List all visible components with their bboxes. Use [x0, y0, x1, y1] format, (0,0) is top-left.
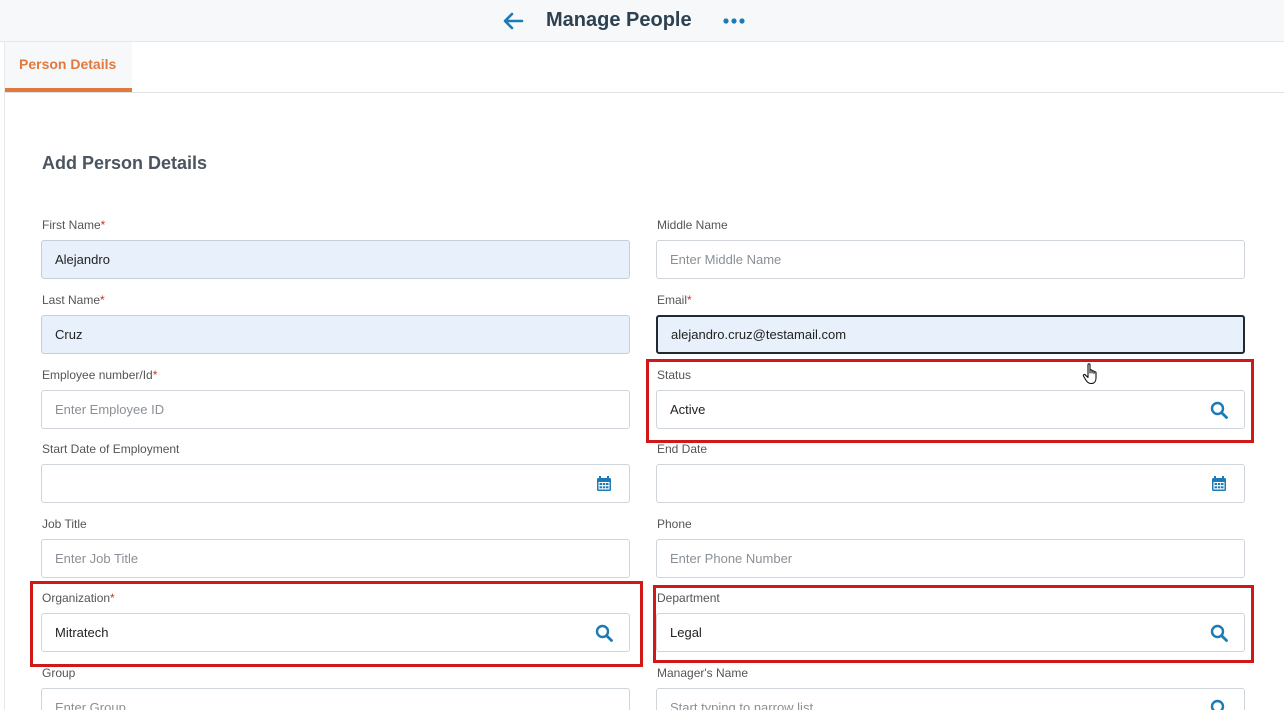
phone-placeholder: Enter Phone Number — [670, 551, 793, 566]
section-title: Add Person Details — [42, 153, 208, 173]
job-title-placeholder: Enter Job Title — [55, 551, 139, 566]
middle-name-label: Middle Name — [657, 218, 728, 232]
start-date-field[interactable] — [41, 464, 630, 503]
last-name-label: Last Name* — [42, 293, 105, 307]
tab-person-details[interactable]: Person Details — [5, 42, 132, 92]
first-name-label: First Name* — [42, 218, 106, 232]
first-name-value: Alejandro — [55, 252, 110, 267]
employee-id-field[interactable]: Enter Employee ID — [41, 390, 630, 429]
email-label: Email* — [657, 293, 692, 307]
phone-label: Phone — [657, 517, 692, 531]
top-bar: Manage People — [0, 0, 1284, 42]
hand-cursor-icon — [1082, 363, 1097, 385]
group-placeholder: Enter Group — [55, 700, 126, 710]
group-label: Group — [42, 666, 76, 680]
calendar-icon[interactable] — [595, 475, 613, 493]
employee-id-placeholder: Enter Employee ID — [55, 402, 165, 417]
first-name-field[interactable]: Alejandro — [41, 240, 630, 279]
email-value: alejandro.cruz@testamail.com — [671, 327, 847, 342]
search-icon[interactable] — [1210, 699, 1228, 710]
phone-field[interactable]: Enter Phone Number — [656, 539, 1245, 578]
arrow-left-icon[interactable] — [500, 8, 526, 34]
end-date-field[interactable] — [656, 464, 1245, 503]
employee-id-label: Employee number/Id* — [42, 368, 158, 382]
group-field[interactable]: Enter Group — [41, 688, 630, 710]
highlight-box-department — [653, 585, 1254, 663]
manager-label: Manager's Name — [657, 666, 748, 680]
calendar-icon[interactable] — [1210, 475, 1228, 493]
tab-bar: Person Details — [4, 42, 1284, 93]
last-name-field[interactable]: Cruz — [41, 315, 630, 354]
end-date-label: End Date — [657, 442, 708, 456]
highlight-box-status — [646, 359, 1254, 443]
email-field[interactable]: alejandro.cruz@testamail.com — [656, 315, 1245, 354]
middle-name-field[interactable]: Enter Middle Name — [656, 240, 1245, 279]
last-name-value: Cruz — [55, 327, 83, 342]
manager-placeholder: Start typing to narrow list — [670, 700, 814, 710]
manager-field[interactable]: Start typing to narrow list — [656, 688, 1245, 710]
middle-name-placeholder: Enter Middle Name — [670, 252, 782, 267]
job-title-field[interactable]: Enter Job Title — [41, 539, 630, 578]
highlight-box-organization — [30, 581, 643, 667]
job-title-label: Job Title — [42, 517, 87, 531]
page-title: Manage People — [546, 9, 692, 31]
start-date-label: Start Date of Employment — [42, 442, 180, 456]
more-horizontal-icon[interactable] — [721, 8, 747, 34]
